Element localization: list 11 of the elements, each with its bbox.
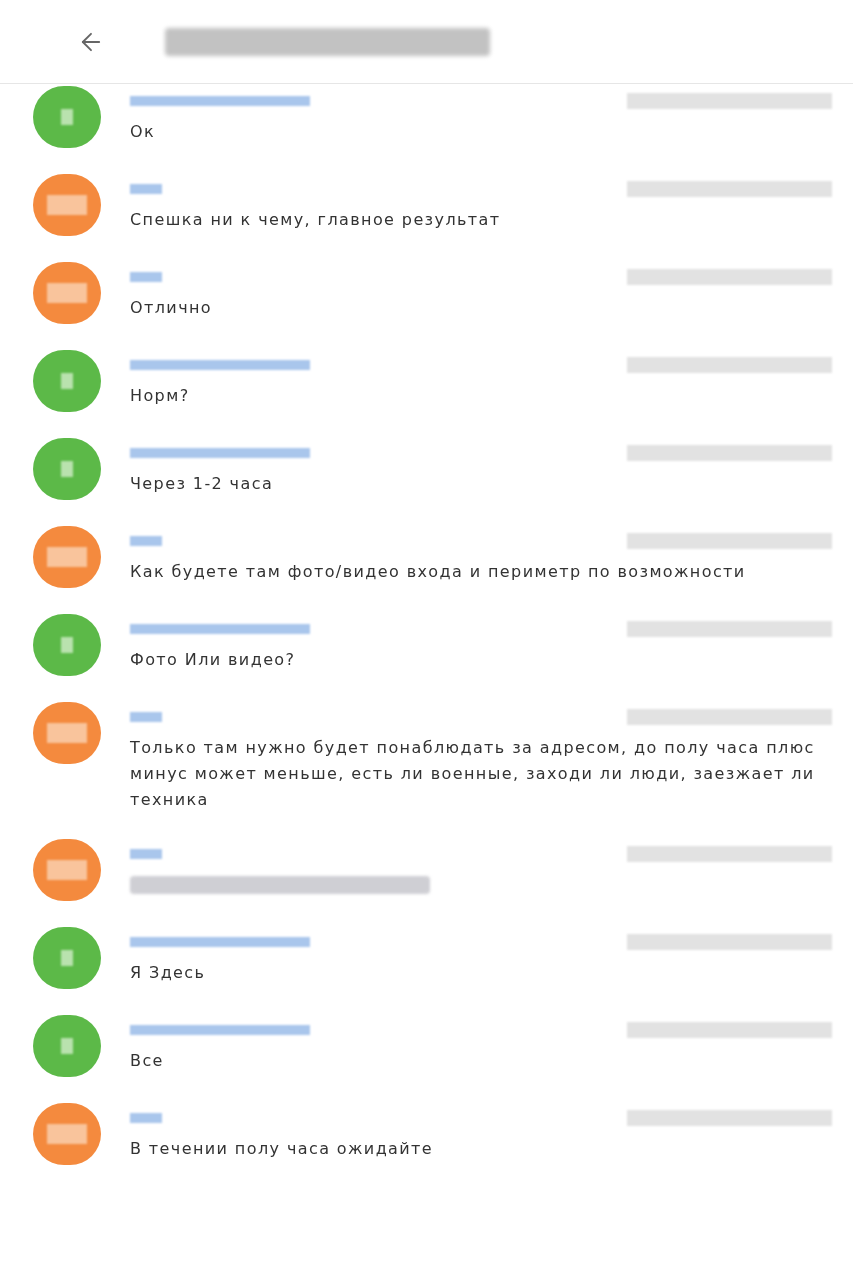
message-text: Спешка ни к чему, главное результат	[130, 209, 502, 231]
message-text: Фото Или видео?	[130, 649, 297, 671]
message-text: Как будете там фото/видео входа и периметр по возможности	[130, 561, 747, 583]
message-text: Норм?	[130, 385, 191, 407]
message-text: Отлично	[130, 297, 214, 319]
message-text: Я Здесь	[130, 962, 207, 984]
message-text: Только там нужно будет понаблюдать за адресом, до полу часа плюс минус может меньше, есть ли военные, заходи ли люди, заезжает ли техника	[130, 737, 816, 811]
message-text: Все	[130, 1050, 165, 1072]
message-text: В течении полу часа ожидайте	[130, 1138, 435, 1160]
message-text: Ок	[130, 121, 157, 143]
message-text: Через 1-2 часа	[130, 473, 275, 495]
